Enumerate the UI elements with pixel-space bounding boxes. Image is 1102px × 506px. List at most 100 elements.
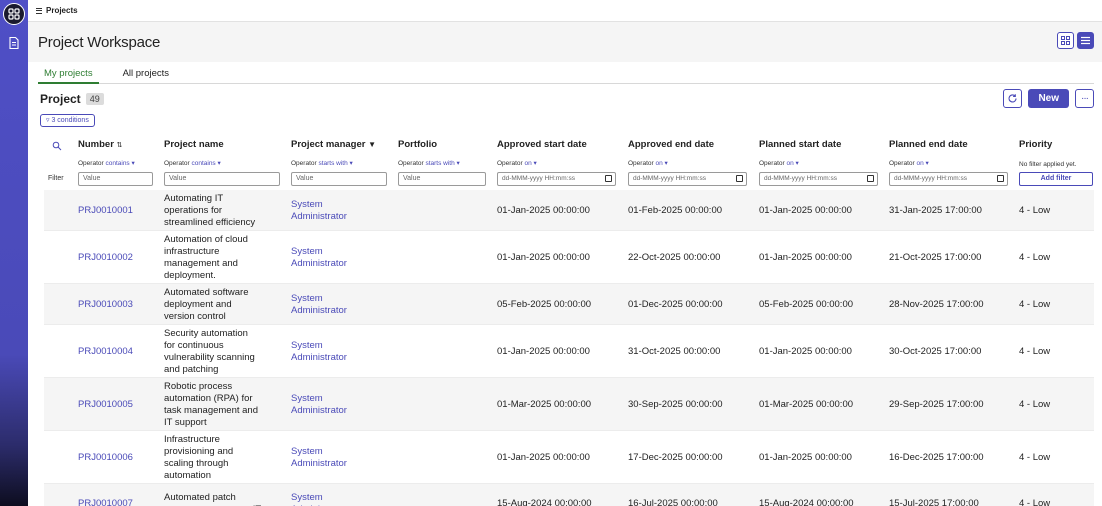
tab-bar: My projects All projects xyxy=(38,66,1094,84)
approved-end-filter-input[interactable]: dd-MMM-yyyy HH:mm:ss xyxy=(628,172,747,186)
chevron-down-icon: ▾ xyxy=(533,160,537,167)
chevron-down-icon: ▾ xyxy=(925,160,929,167)
planned-start-cell: 01-Jan-2025 00:00:00 xyxy=(759,252,852,263)
project-number-link[interactable]: PRJ0010005 xyxy=(78,399,133,410)
table-row[interactable]: PRJ0010003 Automated software deployment a… xyxy=(44,284,1094,325)
app-logo-icon[interactable] xyxy=(3,3,25,25)
column-header-project-name[interactable]: Project name xyxy=(164,139,224,150)
list-view-button[interactable] xyxy=(1077,32,1094,49)
project-manager-link[interactable]: SystemAdministrator xyxy=(291,492,347,506)
table-row[interactable]: PRJ0010001 Automating IT operations for str… xyxy=(44,190,1094,231)
number-filter-input[interactable]: Value xyxy=(78,172,153,186)
column-header-number[interactable]: Number ⇅ xyxy=(78,139,122,150)
operator-dropdown[interactable]: contains xyxy=(191,160,215,167)
approved-start-cell: 01-Jan-2025 00:00:00 xyxy=(497,452,590,463)
calendar-icon[interactable] xyxy=(867,175,874,182)
planned-end-filter-input[interactable]: dd-MMM-yyyy HH:mm:ss xyxy=(889,172,1008,186)
name-filter-input[interactable]: Value xyxy=(164,172,280,186)
approved-start-cell: 01-Jan-2025 00:00:00 xyxy=(497,346,590,357)
approved-start-cell: 05-Feb-2025 00:00:00 xyxy=(497,299,592,310)
column-header-project-manager[interactable]: Project manager ▼ xyxy=(291,139,376,150)
project-manager-link[interactable]: SystemAdministrator xyxy=(291,246,347,270)
project-number-link[interactable]: PRJ0010004 xyxy=(78,346,133,357)
operator-dropdown[interactable]: contains xyxy=(105,160,129,167)
portfolio-filter-input[interactable]: Value xyxy=(398,172,486,186)
priority-cell: 4 - Low xyxy=(1019,498,1051,506)
tab-my-projects[interactable]: My projects xyxy=(38,66,99,84)
calendar-icon[interactable] xyxy=(997,175,1004,182)
project-table: Number ⇅ Project name Project manager ▼ … xyxy=(44,136,1094,506)
date-placeholder: dd-MMM-yyyy HH:mm:ss xyxy=(894,175,967,182)
project-manager-link[interactable]: SystemAdministrator xyxy=(291,446,347,470)
sort-icon[interactable]: ⇅ xyxy=(117,142,123,149)
document-icon[interactable] xyxy=(7,36,21,50)
operator-dropdown[interactable]: on xyxy=(655,160,662,167)
planned-start-cell: 15-Aug-2024 00:00:00 xyxy=(759,498,854,506)
list-title-text: Project xyxy=(40,92,81,106)
grid-view-button[interactable] xyxy=(1057,32,1074,49)
breadcrumb[interactable]: Projects xyxy=(46,6,78,15)
date-placeholder: dd-MMM-yyyy HH:mm:ss xyxy=(502,175,575,182)
tab-all-projects[interactable]: All projects xyxy=(117,66,175,84)
chevron-down-icon: ▾ xyxy=(131,160,135,167)
project-number-link[interactable]: PRJ0010007 xyxy=(78,498,133,506)
column-header-planned-start[interactable]: Planned start date xyxy=(759,139,841,150)
operator-label: Operator xyxy=(497,160,523,167)
project-number-link[interactable]: PRJ0010002 xyxy=(78,252,133,263)
column-header-portfolio[interactable]: Portfolio xyxy=(398,139,437,150)
date-placeholder: dd-MMM-yyyy HH:mm:ss xyxy=(633,175,706,182)
column-header-approved-start[interactable]: Approved start date xyxy=(497,139,587,150)
new-button[interactable]: New xyxy=(1028,89,1069,108)
filter-operator-row: Operator contains ▾ Operator contains ▾ … xyxy=(44,156,1094,171)
table-row[interactable]: PRJ0010007 Automated patchmanagement acro… xyxy=(44,484,1094,506)
search-columns-icon[interactable] xyxy=(52,141,62,154)
column-header-priority[interactable]: Priority xyxy=(1019,139,1052,150)
project-manager-link[interactable]: SystemAdministrator xyxy=(291,199,347,223)
operator-label: Operator xyxy=(628,160,654,167)
chevron-down-icon: ▾ xyxy=(217,160,221,167)
approved-start-cell: 01-Jan-2025 00:00:00 xyxy=(497,205,590,216)
approved-end-cell: 22-Oct-2025 00:00:00 xyxy=(628,252,721,263)
project-number-link[interactable]: PRJ0010001 xyxy=(78,205,133,216)
project-manager-link[interactable]: SystemAdministrator xyxy=(291,340,347,364)
planned-start-filter-input[interactable]: dd-MMM-yyyy HH:mm:ss xyxy=(759,172,878,186)
approved-start-filter-input[interactable]: dd-MMM-yyyy HH:mm:ss xyxy=(497,172,616,186)
refresh-button[interactable] xyxy=(1003,89,1023,108)
conditions-button[interactable]: ▿ 3 conditions xyxy=(40,114,95,127)
project-number-link[interactable]: PRJ0010006 xyxy=(78,452,133,463)
planned-start-cell: 05-Feb-2025 00:00:00 xyxy=(759,299,854,310)
table-row[interactable]: PRJ0010002 Automation of cloud infrastruct… xyxy=(44,231,1094,284)
column-number-label: Number xyxy=(78,139,114,150)
operator-number: Operator contains ▾ xyxy=(78,159,135,167)
operator-dropdown[interactable]: on xyxy=(786,160,793,167)
table-row[interactable]: PRJ0010006 Infrastructure provisioning and… xyxy=(44,431,1094,484)
operator-dropdown[interactable]: starts with xyxy=(425,160,454,167)
operator-dropdown[interactable]: starts with xyxy=(318,160,347,167)
chevron-down-icon: ▾ xyxy=(456,160,460,167)
operator-dropdown[interactable]: on xyxy=(524,160,531,167)
column-header-planned-end[interactable]: Planned end date xyxy=(889,139,968,150)
table-row[interactable]: PRJ0010005 Robotic process automation (RPA… xyxy=(44,378,1094,431)
priority-filter-note: No filter applied yet. xyxy=(1019,161,1077,168)
manager-filter-input[interactable]: Value xyxy=(291,172,387,186)
add-filter-button[interactable]: Add filter xyxy=(1019,172,1093,186)
filter-input-row: Filter Value Value Value Value dd-MMM-yy… xyxy=(44,171,1094,190)
more-options-button[interactable]: ··· xyxy=(1075,89,1094,108)
operator-label: Operator xyxy=(164,160,190,167)
project-manager-link[interactable]: SystemAdministrator xyxy=(291,293,347,317)
approved-end-cell: 01-Feb-2025 00:00:00 xyxy=(628,205,723,216)
project-name-cell: Automating IT operations for streamlined e… xyxy=(164,193,256,228)
menu-icon[interactable] xyxy=(36,7,42,14)
planned-start-cell: 01-Jan-2025 00:00:00 xyxy=(759,205,852,216)
column-header-approved-end[interactable]: Approved end date xyxy=(628,139,714,150)
planned-end-cell: 29-Sep-2025 17:00:00 xyxy=(889,399,984,410)
planned-start-cell: 01-Jan-2025 00:00:00 xyxy=(759,346,852,357)
chevron-down-icon: ▾ xyxy=(349,160,353,167)
project-manager-link[interactable]: SystemAdministrator xyxy=(291,393,347,417)
project-number-link[interactable]: PRJ0010003 xyxy=(78,299,133,310)
filter-active-icon[interactable]: ▼ xyxy=(368,140,376,149)
calendar-icon[interactable] xyxy=(605,175,612,182)
calendar-icon[interactable] xyxy=(736,175,743,182)
operator-dropdown[interactable]: on xyxy=(916,160,923,167)
table-row[interactable]: PRJ0010004 Security automation for continu… xyxy=(44,325,1094,378)
